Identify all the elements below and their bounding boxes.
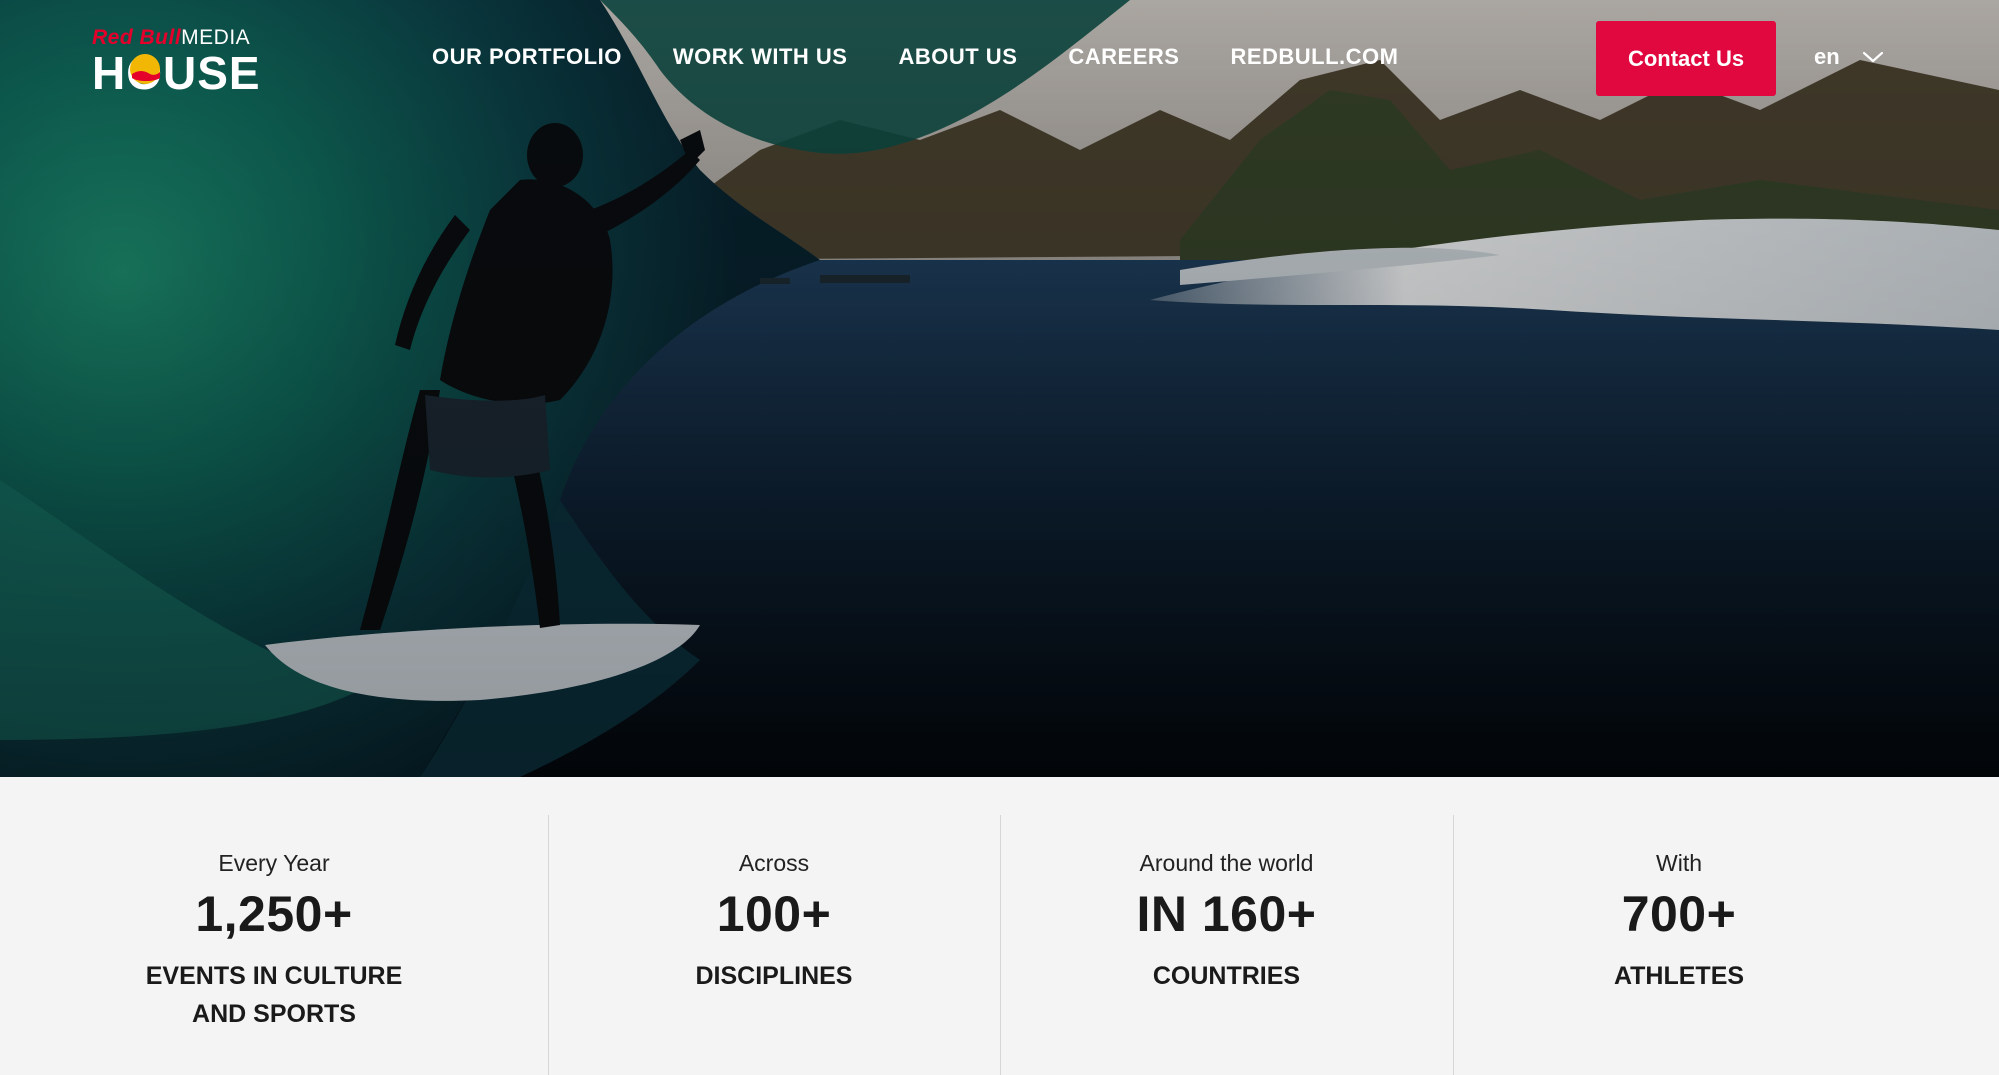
nav-our-portfolio[interactable]: OUR PORTFOLIO [432,44,622,70]
stat-countries: Around the world IN 160+ COUNTRIES [1000,815,1453,1075]
main-nav: OUR PORTFOLIO WORK WITH US ABOUT US CARE… [432,44,1399,70]
stat-number: 1,250+ [195,886,353,942]
stat-prefix: Across [738,850,810,876]
nav-work-with-us[interactable]: WORK WITH US [673,44,848,70]
stat-prefix: Around the world [1139,850,1314,876]
stat-prefix: Every Year [218,850,330,876]
site-header: Red BullMEDIA HOUSE OUR PORTFOLIO WORK W… [0,0,1999,118]
stat-athletes: With 700+ ATHLETES [1453,815,1905,1075]
stat-prefix: With [1656,850,1702,876]
logo-sun-icon [130,54,160,84]
stat-number: 100+ [716,886,832,942]
stat-label: EVENTS IN CULTURE AND SPORTS [145,962,403,1028]
nav-about-us[interactable]: ABOUT US [898,44,1017,70]
language-code: en [1814,44,1840,69]
stat-number: 700+ [1621,886,1737,942]
contact-us-button[interactable]: Contact Us [1596,21,1776,96]
nav-careers[interactable]: CAREERS [1068,44,1179,70]
stat-label: COUNTRIES [1152,962,1301,990]
stat-label: ATHLETES [1613,962,1745,990]
red-bull-media-house-logo[interactable]: Red BullMEDIA HOUSE [92,26,260,99]
stat-label: DISCIPLINES [695,962,853,990]
language-selector[interactable]: en [1814,44,1884,70]
stat-events: Every Year 1,250+ EVENTS IN CULTURE AND … [0,815,548,1075]
nav-redbull-com[interactable]: REDBULL.COM [1230,44,1398,70]
stat-disciplines: Across 100+ DISCIPLINES [548,815,1000,1075]
logo-main-text: HOUSE [92,47,261,99]
stats-section: Every Year 1,250+ EVENTS IN CULTURE AND … [0,777,1999,1075]
stat-number: IN 160+ [1136,886,1317,942]
chevron-down-icon [1862,51,1883,63]
